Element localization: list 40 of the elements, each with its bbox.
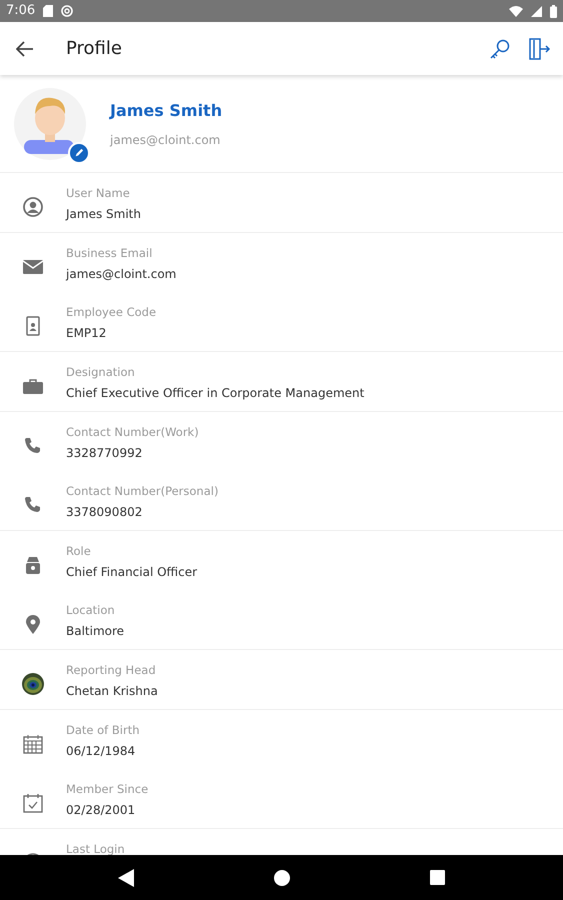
signal-icon (531, 6, 542, 16)
calendar-check-icon (22, 792, 44, 814)
field-label: Designation (66, 366, 136, 380)
field-label: User Name (66, 187, 131, 201)
edit-icon[interactable] (68, 142, 90, 164)
field-label: Member Since (66, 783, 148, 797)
wifi-icon (509, 6, 523, 16)
field-value: 02/28/2001 (66, 802, 136, 818)
battery-icon (550, 4, 557, 18)
back-arrow-icon[interactable] (16, 40, 34, 56)
status-time: 7:06 (6, 2, 36, 20)
field-value: Chief Financial Officer (66, 564, 198, 580)
field-label: Contact Number(Work) (66, 426, 199, 440)
field-value: 3328770992 (66, 446, 144, 460)
field-value: james@cloint.com (66, 266, 176, 282)
field-value: 06/12/1984 (66, 744, 136, 758)
field-value: EMP12 (66, 326, 108, 340)
field-label: Role (66, 545, 92, 559)
profile-name: James Smith (110, 100, 222, 122)
field-value: James Smith (66, 206, 141, 222)
field-label: Business Email (66, 247, 154, 261)
page-title: Profile (66, 37, 122, 61)
field-value: 3378090802 (66, 504, 144, 520)
avatar-figure (14, 88, 86, 160)
field-value: Chief Executive Officer in Corporate Management (66, 386, 364, 400)
key-icon[interactable] (489, 38, 511, 60)
calendar-icon (22, 733, 44, 755)
logout-icon[interactable] (527, 36, 551, 60)
profile-email: james@cloint.com (110, 132, 222, 148)
home-icon[interactable] (274, 870, 290, 886)
field-value: Chetan Krishna (66, 684, 158, 698)
field-label: Employee Code (66, 306, 156, 320)
field-label: Contact Number(Personal) (66, 485, 218, 499)
field-value: Baltimore (66, 624, 124, 638)
back-icon[interactable] (118, 868, 134, 886)
field-label: Location (66, 604, 116, 618)
sd-card-icon (43, 5, 54, 17)
field-label: Reporting Head (66, 664, 157, 678)
user-icon (22, 196, 44, 218)
field-label: Date of Birth (66, 724, 140, 738)
